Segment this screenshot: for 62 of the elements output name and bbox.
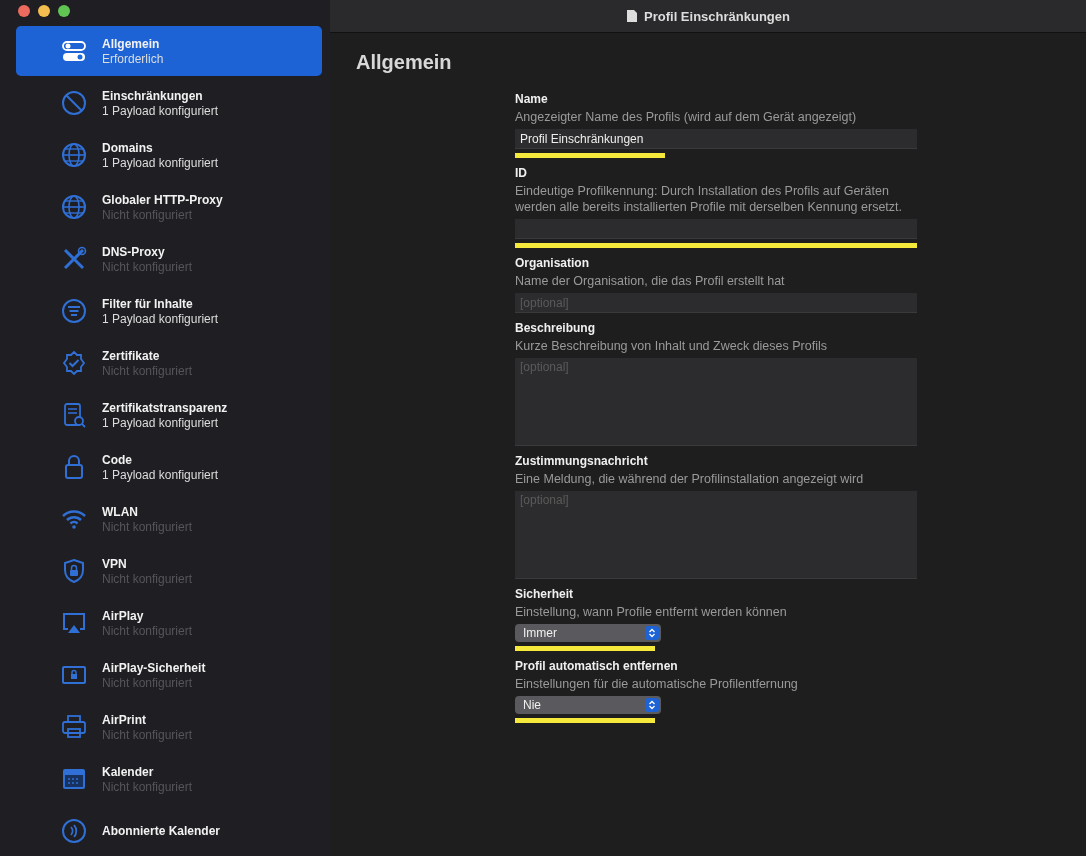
window-title: Profil Einschränkungen	[644, 8, 790, 24]
item-status: 1 Payload konfiguriert	[102, 155, 219, 170]
dropdown[interactable]: Immer	[515, 624, 661, 642]
sidebar-item[interactable]: Abonnierte Kalender	[16, 806, 322, 856]
item-status: Erforderlich	[102, 51, 164, 66]
field-label: Name	[515, 92, 549, 106]
sidebar-item[interactable]: Einschränkungen 1 Payload konfiguriert	[16, 78, 322, 128]
item-title: AirPrint	[102, 712, 147, 727]
field-description: Eindeutige Profilkennung: Durch Installation des Profils auf Geräten werden alle bereits installierten Profile mit derselben Kennung ersetzt.	[515, 183, 903, 215]
item-title: AirPlay-Sicherheit	[102, 660, 206, 675]
section-heading: Allgemein	[356, 51, 453, 74]
input-field[interactable]: Profil Einschränkungen	[515, 129, 917, 149]
item-title: Filter für Inhalte	[102, 296, 194, 311]
document-icon	[626, 9, 639, 23]
dropdown[interactable]: Nie	[515, 696, 661, 714]
item-status: 1 Payload konfiguriert	[102, 467, 219, 482]
item-title: Zertifikatstransparenz	[102, 400, 228, 415]
item-title: Zertifikate	[102, 348, 161, 363]
badge-icon	[60, 349, 88, 377]
filter-icon	[60, 297, 88, 325]
item-title: Abonnierte Kalender	[102, 824, 221, 838]
field-description: Einstellung, wann Profile entfernt werden können	[515, 604, 788, 620]
input-field[interactable]	[515, 219, 917, 239]
item-title: Code	[102, 452, 133, 467]
item-title: WLAN	[102, 504, 139, 519]
item-status: 1 Payload konfiguriert	[102, 103, 219, 118]
minimize-button[interactable]	[38, 5, 50, 17]
item-title: Domains	[102, 140, 154, 155]
item-title: Allgemein	[102, 36, 161, 51]
item-title: DNS-Proxy	[102, 244, 166, 259]
stepper-icon	[645, 698, 659, 712]
sidebar-item[interactable]: Domains 1 Payload konfiguriert	[16, 130, 322, 180]
item-title: AirPlay	[102, 608, 145, 623]
field-description: Einstellungen für die automatische Profilentfernung	[515, 676, 799, 692]
field-description: Eine Meldung, die während der Profilinstallation angezeigt wird	[515, 471, 865, 487]
item-status: 1 Payload konfiguriert	[102, 415, 220, 430]
broadcast-icon	[60, 817, 88, 845]
sidebar-item[interactable]: Zertifikatstransparenz 1 Payload konfiguriert	[16, 390, 322, 440]
printer-icon	[60, 713, 88, 741]
field-description: Angezeigter Name des Profils (wird auf dem Gerät angezeigt)	[515, 109, 858, 125]
sidebar-item[interactable]: Allgemein Erforderlich	[16, 26, 322, 76]
sidebar-item[interactable]: Filter für Inhalte 1 Payload konfiguriert	[16, 286, 322, 336]
zoom-button[interactable]	[58, 5, 70, 17]
field-label: Beschreibung	[515, 321, 596, 335]
field-label: Organisation	[515, 256, 590, 270]
field-label: Zustimmungsnachricht	[515, 454, 649, 468]
no-sign-icon	[60, 89, 88, 117]
item-title: Einschränkungen	[102, 88, 204, 103]
item-title: VPN	[102, 556, 128, 571]
field-description: Name der Organisation, die das Profil erstellt hat	[515, 273, 786, 289]
field-label: ID	[515, 166, 528, 180]
field-label: Profil automatisch entfernen	[515, 659, 679, 673]
field-description: Kurze Beschreibung von Inhalt und Zweck dieses Profils	[515, 338, 828, 354]
stepper-icon	[645, 626, 659, 640]
item-title: Globaler HTTP-Proxy	[102, 192, 223, 207]
globe-icon	[60, 193, 88, 221]
item-status: 1 Payload konfiguriert	[102, 311, 219, 326]
globe-icon	[60, 141, 88, 169]
close-button[interactable]	[18, 5, 30, 17]
item-title: Kalender	[102, 764, 155, 779]
sidebar-item[interactable]: Code 1 Payload konfiguriert	[16, 442, 322, 492]
field-label: Sicherheit	[515, 587, 575, 601]
